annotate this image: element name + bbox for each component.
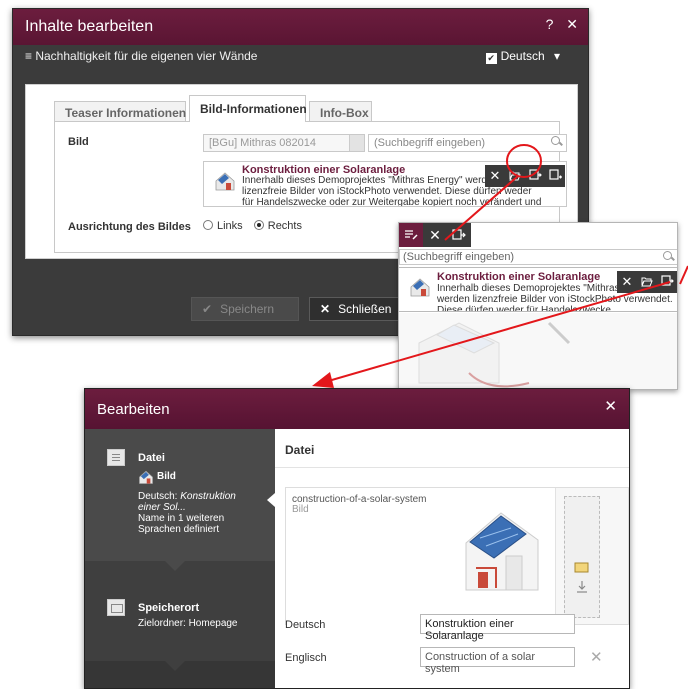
close-label: Schließen: [338, 302, 392, 316]
name-input-englisch[interactable]: Construction of a solar system: [420, 647, 575, 675]
zoom-search-placeholder: (Suchbegriff eingeben): [403, 251, 515, 263]
house-illustration: [418, 321, 571, 388]
close-icon[interactable]: ✕: [617, 271, 637, 293]
folder-icon: [107, 599, 125, 616]
language-select[interactable]: ✔ Deutsch ▾: [485, 49, 560, 64]
chevron-down-icon[interactable]: [349, 135, 364, 151]
house-thumbnail-icon: [410, 278, 430, 297]
checkmark-icon: ✔: [202, 302, 213, 316]
add-image-icon[interactable]: [545, 165, 565, 187]
file-preview: construction-of-a-solar-system Bild: [286, 488, 556, 626]
alignment-options: Links Rechts: [203, 220, 302, 232]
zoom-image-item[interactable]: Konstruktion einer Solaranlage Innerhalb…: [399, 267, 677, 312]
arrow-line: [679, 265, 688, 285]
house-thumbnail-icon: [139, 470, 153, 484]
step-speicherort[interactable]: Speicherort Zielordner: Homepage: [85, 587, 275, 657]
file-card: construction-of-a-solar-system Bild: [285, 487, 629, 626]
search-icon[interactable]: [551, 136, 562, 147]
chevron-down-icon: ▾: [553, 49, 560, 63]
right-form-pane: Datei construction-of-a-solar-system Bil…: [275, 429, 629, 688]
arrow-head: [312, 372, 334, 388]
save-button[interactable]: ✔ Speichern: [191, 297, 299, 321]
alignment-label: Ausrichtung des Bildes: [68, 221, 191, 233]
close-icon[interactable]: ✕: [485, 165, 505, 187]
edit-image-icon[interactable]: [447, 223, 471, 247]
edit-list-icon[interactable]: [399, 223, 423, 247]
zoomed-detail-panel: ✕ (Suchbegriff eingeben) Konstruktion ei…: [398, 222, 678, 390]
step-divider: [85, 557, 275, 589]
image-search-input[interactable]: (Suchbegriff eingeben): [368, 134, 567, 152]
edit-image-icon[interactable]: [657, 271, 677, 293]
left-step-pane: Datei Bild Deutsch: Konstruktion einer S…: [85, 429, 275, 688]
image-source-select[interactable]: [BGu] Mithras 082014: [203, 134, 365, 152]
step-divider: [85, 657, 275, 688]
folder-open-icon[interactable]: [637, 271, 657, 293]
name-input-deutsch[interactable]: Konstruktion einer Solaranlage: [420, 614, 575, 642]
image-source-value: [BGu] Mithras 082014: [209, 137, 317, 149]
house-image: [465, 512, 539, 591]
search-placeholder: (Suchbegriff eingeben): [374, 137, 486, 149]
dialog-title: Bearbeiten: [97, 401, 170, 418]
zoom-item-title: Konstruktion einer Solaranlage: [437, 271, 601, 283]
radio-rechts-label: Rechts: [267, 220, 302, 232]
close-button[interactable]: ✕: [604, 397, 617, 415]
page-subtitle-bar: ≡ Nachhaltigkeit für die eigenen vier Wä…: [13, 45, 588, 67]
bearbeiten-dialog: Bearbeiten ✕ Datei Bild Deutsch: Konstru…: [84, 388, 630, 689]
close-icon: ✕: [320, 302, 331, 316]
step-datei-lang-label: Deutsch:: [138, 491, 178, 502]
house-thumbnail-icon: [215, 172, 235, 191]
remove-language-button[interactable]: ✕: [590, 648, 603, 666]
save-label: Speichern: [220, 302, 275, 316]
step-speicherort-value: Zielordner: Homepage: [138, 618, 238, 629]
zoom-toolbar: ✕: [399, 223, 471, 247]
item-toolbar: ✕: [485, 165, 565, 187]
language-value: Deutsch: [500, 49, 545, 63]
image-field-label: Bild: [68, 136, 89, 148]
upload-dropzone[interactable]: [564, 496, 600, 618]
zoom-item-toolbar: ✕: [617, 271, 677, 293]
section-heading: Datei: [285, 443, 315, 457]
active-step-pointer: [267, 493, 275, 507]
step-speicherort-title: Speicherort: [138, 602, 200, 614]
lang-label-deutsch: Deutsch: [285, 619, 326, 631]
dialog-titlebar: Inhalte bearbeiten ? ✕: [13, 9, 588, 45]
radio-links[interactable]: [203, 220, 213, 230]
tab-info-box[interactable]: Info-Box: [309, 101, 372, 121]
folder-open-icon[interactable]: [505, 165, 525, 187]
step-datei-type: Bild: [157, 471, 176, 482]
step-datei[interactable]: Datei Bild Deutsch: Konstruktion einer S…: [85, 429, 275, 559]
edit-image-icon[interactable]: [525, 165, 545, 187]
close-button[interactable]: ✕: [566, 16, 578, 32]
radio-rechts[interactable]: [253, 220, 264, 230]
lang-label-englisch: Englisch: [285, 652, 327, 664]
dialog-title: Inhalte bearbeiten: [25, 18, 154, 35]
zoom-image-preview: [399, 313, 677, 389]
step-datei-title: Datei: [138, 452, 165, 464]
divider: [275, 467, 629, 468]
close-icon[interactable]: ✕: [423, 223, 447, 247]
tab-bild-informationen[interactable]: Bild-Informationen: [189, 95, 307, 122]
file-name: construction-of-a-solar-system: [292, 494, 427, 505]
checkbox-icon[interactable]: ✔: [485, 53, 497, 64]
tab-teaser-informationen[interactable]: Teaser Informationen: [54, 101, 186, 121]
help-button[interactable]: ?: [546, 16, 554, 32]
step-datei-note: Name in 1 weiteren Sprachen definiert: [138, 513, 225, 535]
search-icon[interactable]: [663, 251, 674, 262]
radio-links-label: Links: [217, 220, 243, 232]
file-type: Bild: [292, 504, 309, 515]
upload-icon[interactable]: [574, 561, 590, 595]
page-subtitle: ≡ Nachhaltigkeit für die eigenen vier Wä…: [25, 49, 258, 63]
zoom-search-input[interactable]: (Suchbegriff eingeben): [399, 249, 677, 265]
document-icon: [107, 449, 125, 466]
dialog-titlebar: Bearbeiten ✕: [85, 389, 629, 429]
step-datei-lang: Deutsch: Konstruktion einer Sol...: [138, 491, 258, 513]
